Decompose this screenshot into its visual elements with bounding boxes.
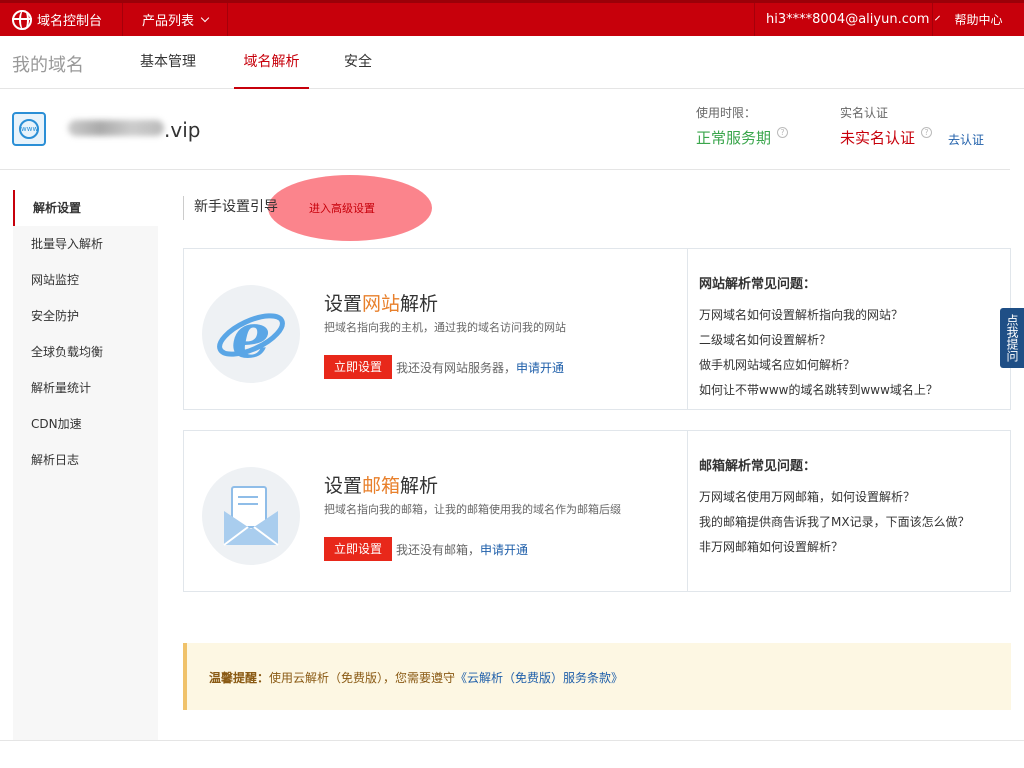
website-card-title: 设置网站解析 [324,293,439,315]
guide-title: 新手设置引导 [183,196,278,220]
domain-name-redacted [68,120,164,136]
page-title: 我的域名 [12,55,84,76]
sub-nav: 我的域名 基本管理 域名解析 安全 [0,36,1024,89]
tip-text: 温馨提醒：使用云解析（免费版），您需要遵守《云解析（免费版）服务条款》 [209,671,624,685]
question-icon[interactable]: ? [777,127,789,138]
mail-faq-title: 邮箱解析常见问题： [699,459,817,474]
sidebar-item-security[interactable]: 安全防护 [13,298,158,334]
mail-apply-link[interactable]: 申请开通 [480,543,528,557]
user-email: hi3****8004@aliyun.com [766,12,930,27]
mail-faq-item[interactable]: 非万网邮箱如何设置解析？ [699,538,843,555]
verify-link[interactable]: 去认证 [948,131,984,148]
question-icon[interactable]: ? [921,127,933,138]
usage-period-value: 正常服务期? [696,127,789,148]
products-menu[interactable]: 产品列表 [124,3,228,36]
website-resolution-card: e 设置网站解析 把域名指向我的主机，通过我的域名访问我的网站 立即设置 我还没… [183,248,1011,410]
website-note: 我还没有网站服务器，申请开通 [396,361,565,375]
tab-security[interactable]: 安全 [344,36,372,89]
realname-status: 未实名认证? [840,127,933,148]
mail-card-title: 设置邮箱解析 [324,475,439,497]
terms-link[interactable]: 《云解析（免费版）服务条款》 [455,671,623,685]
chevron-down-icon [200,13,210,22]
domain-header: www .vip 使用时限： 正常服务期? 实名认证 未实名认证? 去认证 [0,90,1010,170]
website-setup-button[interactable]: 立即设置 [324,355,392,379]
sidebar-item-cdn[interactable]: CDN加速 [13,406,158,442]
tip-banner: 温馨提醒：使用云解析（免费版），您需要遵守《云解析（免费版）服务条款》 [183,643,1011,710]
website-faq-item[interactable]: 万网域名如何设置解析指向我的网站？ [699,306,903,323]
website-apply-link[interactable]: 申请开通 [516,361,564,375]
sidebar-item-resolution-settings[interactable]: 解析设置 [13,190,158,226]
website-faq-item[interactable]: 二级域名如何设置解析？ [699,331,831,348]
mail-faq-item[interactable]: 万网域名使用万网邮箱，如何设置解析？ [699,488,915,505]
svg-text:e: e [231,299,270,372]
sidebar-item-site-monitor[interactable]: 网站监控 [13,262,158,298]
mail-icon [202,467,300,565]
mail-resolution-card: 设置邮箱解析 把域名指向我的邮箱，让我的邮箱使用我的域名作为邮箱后缀 立即设置 … [183,430,1011,592]
sidebar-item-logs[interactable]: 解析日志 [13,442,158,478]
domain-suffix: .vip [164,118,201,142]
mail-card-desc: 把域名指向我的邮箱，让我的邮箱使用我的域名作为邮箱后缀 [324,503,621,516]
sidebar-item-statistics[interactable]: 解析量统计 [13,370,158,406]
help-center-link[interactable]: 帮助中心 [932,3,1024,36]
products-label: 产品列表 [142,14,195,29]
user-menu[interactable]: hi3****8004@aliyun.com [754,3,941,36]
website-faq-title: 网站解析常见问题： [699,277,817,292]
sidebar-item-batch-import[interactable]: 批量导入解析 [13,226,158,262]
bottom-divider [0,740,1024,741]
website-faq-item[interactable]: 做手机网站域名应如何解析？ [699,356,855,373]
sidebar: 解析设置 批量导入解析 网站监控 安全防护 全球负载均衡 解析量统计 CDN加速… [13,190,158,740]
advanced-settings-link[interactable]: 进入高级设置 [309,200,375,216]
globe-icon [12,9,32,30]
top-bar: 域名控制台 产品列表 hi3****8004@aliyun.com 帮助中心 [0,0,1024,36]
mail-setup-button[interactable]: 立即设置 [324,537,392,561]
console-title: 域名控制台 [37,14,103,29]
website-card-desc: 把域名指向我的主机，通过我的域名访问我的网站 [324,321,566,334]
console-logo[interactable]: 域名控制台 [0,3,123,36]
usage-period-label: 使用时限： [696,106,757,120]
mail-note: 我还没有邮箱，申请开通 [396,543,529,557]
mail-faq-item[interactable]: 我的邮箱提供商告诉我了MX记录，下面该怎么做？ [699,513,970,530]
realname-label: 实名认证 [840,106,889,120]
ask-question-button[interactable]: 点我提问 [1000,308,1024,368]
sidebar-item-load-balance[interactable]: 全球负载均衡 [13,334,158,370]
website-faq-item[interactable]: 如何让不带www的域名跳转到www域名上？ [699,381,938,398]
www-icon: www [12,112,46,146]
tab-dns-resolution[interactable]: 域名解析 [234,36,309,89]
ie-icon: e [202,285,300,383]
tab-basic-management[interactable]: 基本管理 [140,36,196,89]
